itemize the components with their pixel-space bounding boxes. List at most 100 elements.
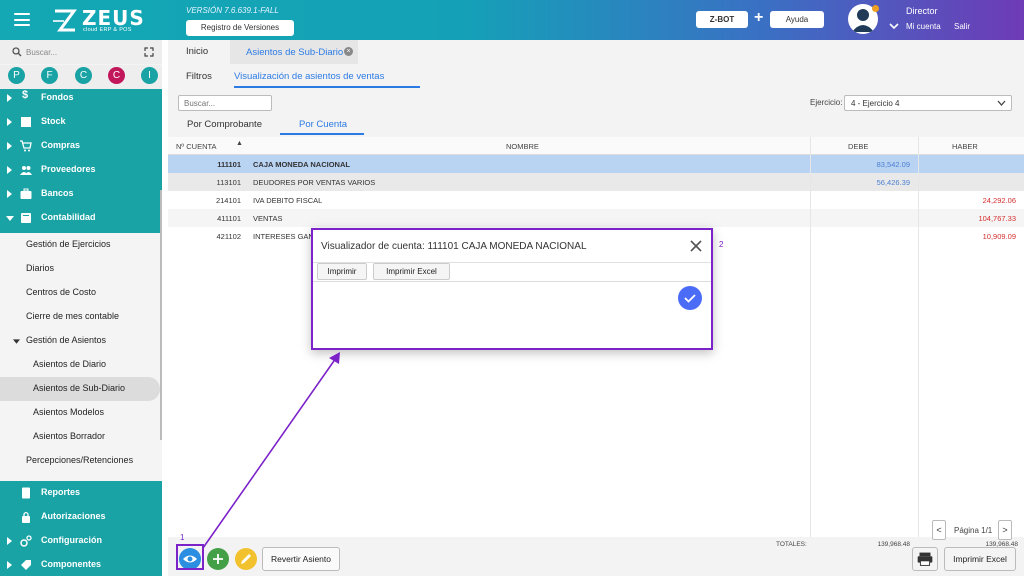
sidebar-item-configuracion[interactable]: Configuración — [0, 529, 162, 553]
table-row[interactable]: 111101 CAJA MONEDA NACIONAL 83,542.09 — [168, 155, 1024, 173]
modal-confirm-button[interactable] — [678, 286, 702, 310]
cell-credit: 24,292.06 — [982, 196, 1016, 205]
sidebar-item-diarios[interactable]: Diarios — [0, 257, 162, 281]
pager-text: Página 1/1 — [954, 526, 993, 535]
chevron-down-icon[interactable] — [889, 22, 899, 30]
cell-account: 411101 — [217, 214, 241, 223]
sidebar-item-fondos[interactable]: $ Fondos — [0, 86, 162, 110]
quick-circle-f[interactable]: F — [41, 67, 58, 84]
quick-circle-p[interactable]: P — [8, 67, 25, 84]
chevron-right-icon — [7, 118, 12, 126]
sidebar-item-asientos-borrador[interactable]: Asientos Borrador — [0, 425, 162, 449]
sidebar-item-compras[interactable]: Compras — [0, 134, 162, 158]
cell-account: 111101 — [217, 160, 241, 169]
sidebar: Buscar... P F C C I $ Fondos Stock Compr… — [0, 40, 162, 576]
sidebar-item-asientos-modelos[interactable]: Asientos Modelos — [0, 401, 162, 425]
cell-credit: 104,767.33 — [978, 214, 1016, 223]
close-icon[interactable] — [689, 239, 703, 253]
sidebar-item-label: Contabilidad — [41, 212, 96, 222]
revert-entry-button[interactable]: Revertir Asiento — [262, 547, 340, 571]
chevron-right-icon — [7, 190, 12, 198]
hamburger-menu-icon[interactable] — [14, 13, 30, 26]
help-button[interactable]: Ayuda — [770, 11, 824, 28]
expand-icon[interactable] — [144, 47, 154, 57]
sidebar-item-reportes[interactable]: Reportes — [0, 481, 162, 505]
sidebar-scrollbar[interactable] — [160, 190, 162, 440]
sidebar-item-autorizaciones[interactable]: Autorizaciones — [0, 505, 162, 529]
sidebar-search[interactable]: Buscar... — [0, 40, 162, 64]
edit-button[interactable] — [235, 548, 257, 570]
zbot-button[interactable]: Z-BOT — [696, 11, 748, 28]
cell-debit: 83,542.09 — [876, 160, 910, 169]
add-button[interactable] — [207, 548, 229, 570]
pencil-icon — [241, 554, 251, 564]
column-divider — [918, 137, 919, 537]
sidebar-item-stock[interactable]: Stock — [0, 110, 162, 134]
pager-prev-button[interactable]: < — [932, 520, 946, 540]
sidebar-item-label: Configuración — [41, 535, 102, 545]
sidebar-item-label: Bancos — [41, 188, 74, 198]
sidebar-item-componentes[interactable]: Componentes — [0, 553, 162, 576]
exercise-select[interactable]: 4 - Ejercicio 4 — [844, 95, 1012, 111]
cell-name: IVA DEBITO FISCAL — [253, 196, 323, 205]
sidebar-item-proveedores[interactable]: Proveedores — [0, 158, 162, 182]
close-tab-icon[interactable]: × — [344, 47, 353, 56]
sidebar-item-asientos-diario[interactable]: Asientos de Diario — [0, 353, 162, 377]
search-icon — [12, 47, 22, 57]
tab-por-comprobante[interactable]: Por Comprobante — [187, 119, 262, 130]
plus-icon: + — [754, 9, 764, 26]
sidebar-item-label: Fondos — [41, 92, 74, 102]
chevron-right-icon — [7, 166, 12, 174]
modal-print-button[interactable]: Imprimir — [317, 263, 367, 280]
sidebar-item-label: Gestión de Asientos — [26, 335, 107, 345]
zeus-logo: ZEUS cloud ERP & POS — [52, 6, 144, 35]
export-excel-button[interactable]: Imprimir Excel — [944, 547, 1016, 571]
table-row[interactable]: 214101 IVA DEBITO FISCAL 24,292.06 — [168, 191, 1024, 209]
quick-circle-i[interactable]: I — [141, 67, 158, 84]
tab-inicio[interactable]: Inicio — [186, 46, 208, 57]
sidebar-item-label: Percepciones/Retenciones — [26, 455, 134, 465]
logout-link[interactable]: Salir — [954, 22, 970, 31]
tab-filtros[interactable]: Filtros — [186, 71, 212, 82]
sidebar-item-label: Asientos de Sub-Diario — [33, 383, 126, 393]
versions-button[interactable]: Registro de Versiones — [186, 20, 294, 36]
sidebar-item-centros-costo[interactable]: Centros de Costo — [0, 281, 162, 305]
sub-tab-bar: Filtros Visualización de asientos de ven… — [168, 64, 1024, 88]
quick-circle-c1[interactable]: C — [75, 67, 92, 84]
sidebar-item-cierre-mes[interactable]: Cierre de mes contable — [0, 305, 162, 329]
sidebar-item-label: Asientos Borrador — [33, 431, 106, 441]
sidebar-item-gestion-ejercicios[interactable]: Gestión de Ejercicios — [0, 233, 162, 257]
quick-circle-c2[interactable]: C — [108, 67, 125, 84]
tab-visualizacion[interactable]: Visualización de asientos de ventas — [234, 71, 384, 82]
sidebar-item-bancos[interactable]: Bancos — [0, 182, 162, 206]
print-button[interactable] — [912, 547, 938, 571]
sidebar-item-gestion-asientos[interactable]: Gestión de Asientos — [0, 329, 162, 353]
chevron-right-icon — [7, 94, 12, 102]
sidebar-item-label: Centros de Costo — [26, 287, 97, 297]
tab-por-cuenta[interactable]: Por Cuenta — [299, 119, 347, 130]
modal-title: Visualizador de cuenta: 111101 CAJA MONE… — [321, 241, 587, 252]
pager-next-button[interactable]: > — [998, 520, 1012, 540]
chevron-down-icon — [997, 100, 1006, 106]
sidebar-item-contabilidad[interactable]: Contabilidad — [0, 206, 162, 230]
sidebar-item-asientos-sub-diario[interactable]: Asientos de Sub-Diario — [0, 377, 160, 401]
modal-print-excel-button[interactable]: Imprimir Excel — [373, 263, 450, 280]
plus-icon — [213, 554, 223, 564]
zeus-logo-icon — [53, 9, 77, 32]
exercise-label: Ejercicio: — [810, 98, 843, 107]
sidebar-item-label: Compras — [41, 140, 81, 150]
table-row[interactable]: 113101 DEUDORES POR VENTAS VARIOS 56,426… — [168, 173, 1024, 191]
tag-icon — [21, 560, 31, 570]
notification-dot — [872, 5, 879, 12]
tab-asientos-sub-diario[interactable]: Asientos de Sub-Diario × — [230, 40, 358, 64]
grid-header: Nº CUENTA ▲ NOMBRE DEBE HABER — [168, 137, 1024, 155]
my-account-link[interactable]: Mi cuenta — [906, 22, 941, 31]
sidebar-item-percepciones[interactable]: Percepciones/Retenciones — [0, 449, 162, 473]
grid-search-input[interactable]: Buscar... — [178, 95, 272, 111]
sidebar-item-label: Proveedores — [41, 164, 96, 174]
report-icon — [22, 487, 30, 499]
cell-debit: 56,426.39 — [876, 178, 910, 187]
chevron-down-icon — [13, 339, 20, 344]
table-row[interactable]: 411101 VENTAS 104,767.33 — [168, 209, 1024, 227]
user-name: Director — [906, 6, 938, 16]
